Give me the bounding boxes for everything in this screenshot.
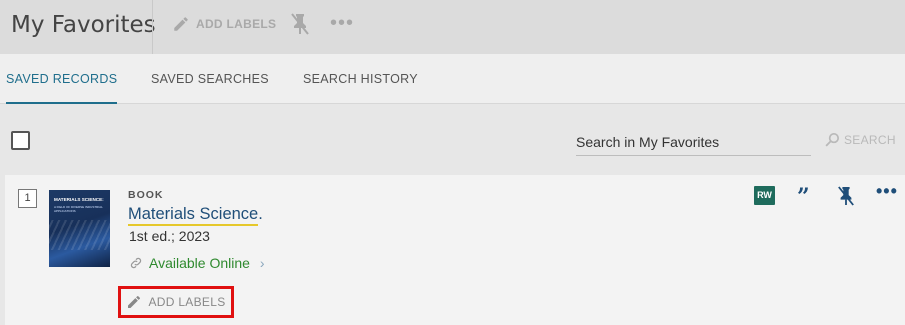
tab-saved-searches[interactable]: SAVED SEARCHES [151, 54, 269, 104]
record-title-link[interactable]: Materials Science [128, 205, 259, 226]
search-icon [825, 132, 840, 147]
tab-search-history[interactable]: SEARCH HISTORY [303, 54, 418, 104]
more-actions-icon[interactable]: ••• [876, 181, 898, 201]
divider [152, 0, 153, 54]
top-bar: My Favorites ADD LABELS ••• [0, 0, 905, 54]
record-type: BOOK [128, 189, 164, 201]
record-edition: 1st ed.; 2023 [129, 228, 210, 244]
book-cover-thumbnail[interactable]: MATERIALS SCIENCE: A FIELD OF DIVERSE IN… [49, 190, 110, 267]
add-labels-toolbar-button[interactable]: ADD LABELS [172, 13, 276, 35]
link-icon [130, 257, 142, 269]
record-title[interactable]: Materials Science. [128, 205, 263, 226]
cover-subtitle: A FIELD OF DIVERSE INDUSTRIAL APPLICATIO… [54, 205, 103, 213]
availability-link[interactable]: Available Online › [129, 255, 265, 271]
select-all-checkbox[interactable] [11, 131, 30, 150]
tab-saved-records[interactable]: SAVED RECORDS [6, 54, 118, 104]
add-labels-button[interactable]: ADD LABELS [118, 286, 234, 318]
record-title-suffix: . [258, 205, 263, 223]
search-button-label: SEARCH [844, 132, 896, 147]
tab-bar: SAVED RECORDS SAVED SEARCHES SEARCH HIST… [0, 54, 905, 104]
search-favorites-input[interactable] [576, 128, 811, 156]
add-labels-label: ADD LABELS [196, 17, 277, 31]
citation-icon[interactable]: ” [797, 183, 810, 211]
rw-badge[interactable]: RW [754, 186, 775, 205]
search-button[interactable]: SEARCH [824, 131, 896, 148]
unpin-icon[interactable] [290, 12, 310, 36]
unpin-icon[interactable] [837, 185, 855, 207]
more-horizontal-icon[interactable]: ••• [330, 13, 354, 33]
availability-status: Available Online [149, 255, 250, 271]
cover-title: MATERIALS SCIENCE: [54, 197, 104, 202]
page-title: My Favorites [11, 12, 156, 38]
record-index[interactable]: 1 [18, 189, 37, 208]
saved-record: 1 MATERIALS SCIENCE: A FIELD OF DIVERSE … [5, 175, 905, 325]
add-labels-label: ADD LABELS [148, 295, 226, 309]
cover-art [49, 220, 110, 250]
pencil-icon [128, 295, 141, 308]
results-toolbar: SEARCH [0, 104, 905, 174]
pencil-icon [174, 17, 188, 31]
chevron-right-icon: › [259, 255, 265, 271]
